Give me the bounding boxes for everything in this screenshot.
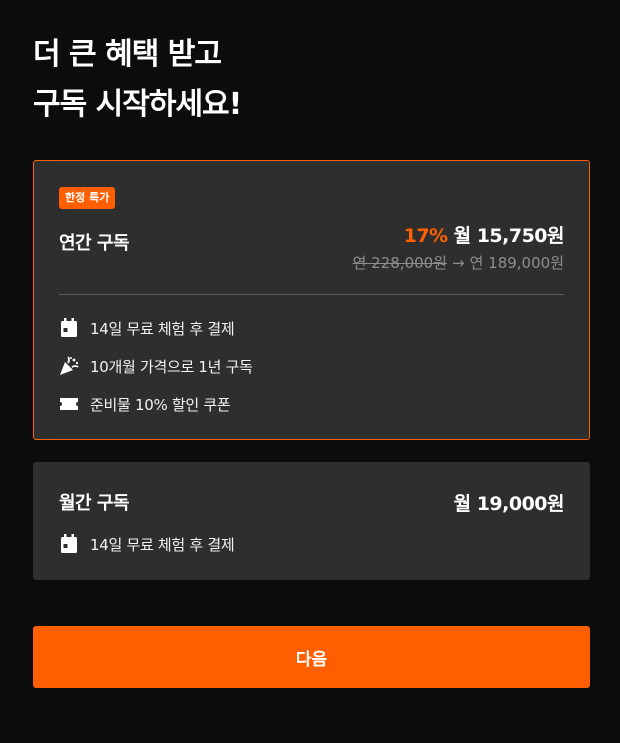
monthly-feature-list: 14일 무료 체험 후 결제 [59, 533, 235, 571]
calendar-icon [59, 318, 79, 338]
monthly-plan-price: 월 19,000원 [453, 493, 565, 515]
ticket-icon [59, 394, 79, 414]
limited-offer-badge: 한정 특가 [59, 187, 116, 209]
subscription-page: 더 큰 혜택 받고 구독 시작하세요! 한정 특가 연간 구독 17% 월 15,… [0, 0, 620, 743]
discount-rate: 17% [403, 225, 448, 247]
feature-text: 14일 무료 체험 후 결제 [90, 535, 235, 554]
feature-item: 14일 무료 체험 후 결제 [59, 533, 235, 555]
annual-feature-list: 14일 무료 체험 후 결제 10개월 가격으로 1년 구독 준비물 10% 할… [59, 317, 253, 431]
page-title-line-2: 구독 시작하세요! [33, 87, 242, 122]
feature-item: 10개월 가격으로 1년 구독 [59, 355, 253, 377]
card-divider [59, 294, 564, 295]
page-title: 더 큰 혜택 받고 구독 시작하세요! [33, 30, 242, 130]
annual-price-comparison: 연 228,000원 → 연 189,000원 [353, 252, 564, 273]
monthly-plan-title: 월간 구독 [59, 493, 130, 514]
annual-plan-price: 17% 월 15,750원 [403, 221, 565, 248]
original-annual-price: 연 228,000원 [352, 254, 448, 272]
monthly-equivalent-price: 월 15,750원 [453, 225, 565, 247]
feature-text: 10개월 가격으로 1년 구독 [90, 357, 253, 376]
monthly-plan-card[interactable]: 월간 구독 월 19,000원 14일 무료 체험 후 결제 [33, 462, 590, 580]
feature-item: 준비물 10% 할인 쿠폰 [59, 393, 253, 415]
annual-plan-title: 연간 구독 [59, 233, 130, 254]
page-title-line-1: 더 큰 혜택 받고 [33, 37, 222, 72]
discounted-annual-price: 연 189,000원 [469, 254, 564, 272]
party-popper-icon [59, 356, 79, 376]
feature-item: 14일 무료 체험 후 결제 [59, 317, 253, 339]
calendar-icon [59, 534, 79, 554]
next-button[interactable]: 다음 [33, 626, 590, 688]
feature-text: 준비물 10% 할인 쿠폰 [90, 395, 231, 414]
annual-plan-card[interactable]: 한정 특가 연간 구독 17% 월 15,750원 연 228,000원 → 연 18… [33, 160, 590, 440]
arrow-right-icon: → [452, 254, 465, 272]
feature-text: 14일 무료 체험 후 결제 [90, 319, 235, 338]
